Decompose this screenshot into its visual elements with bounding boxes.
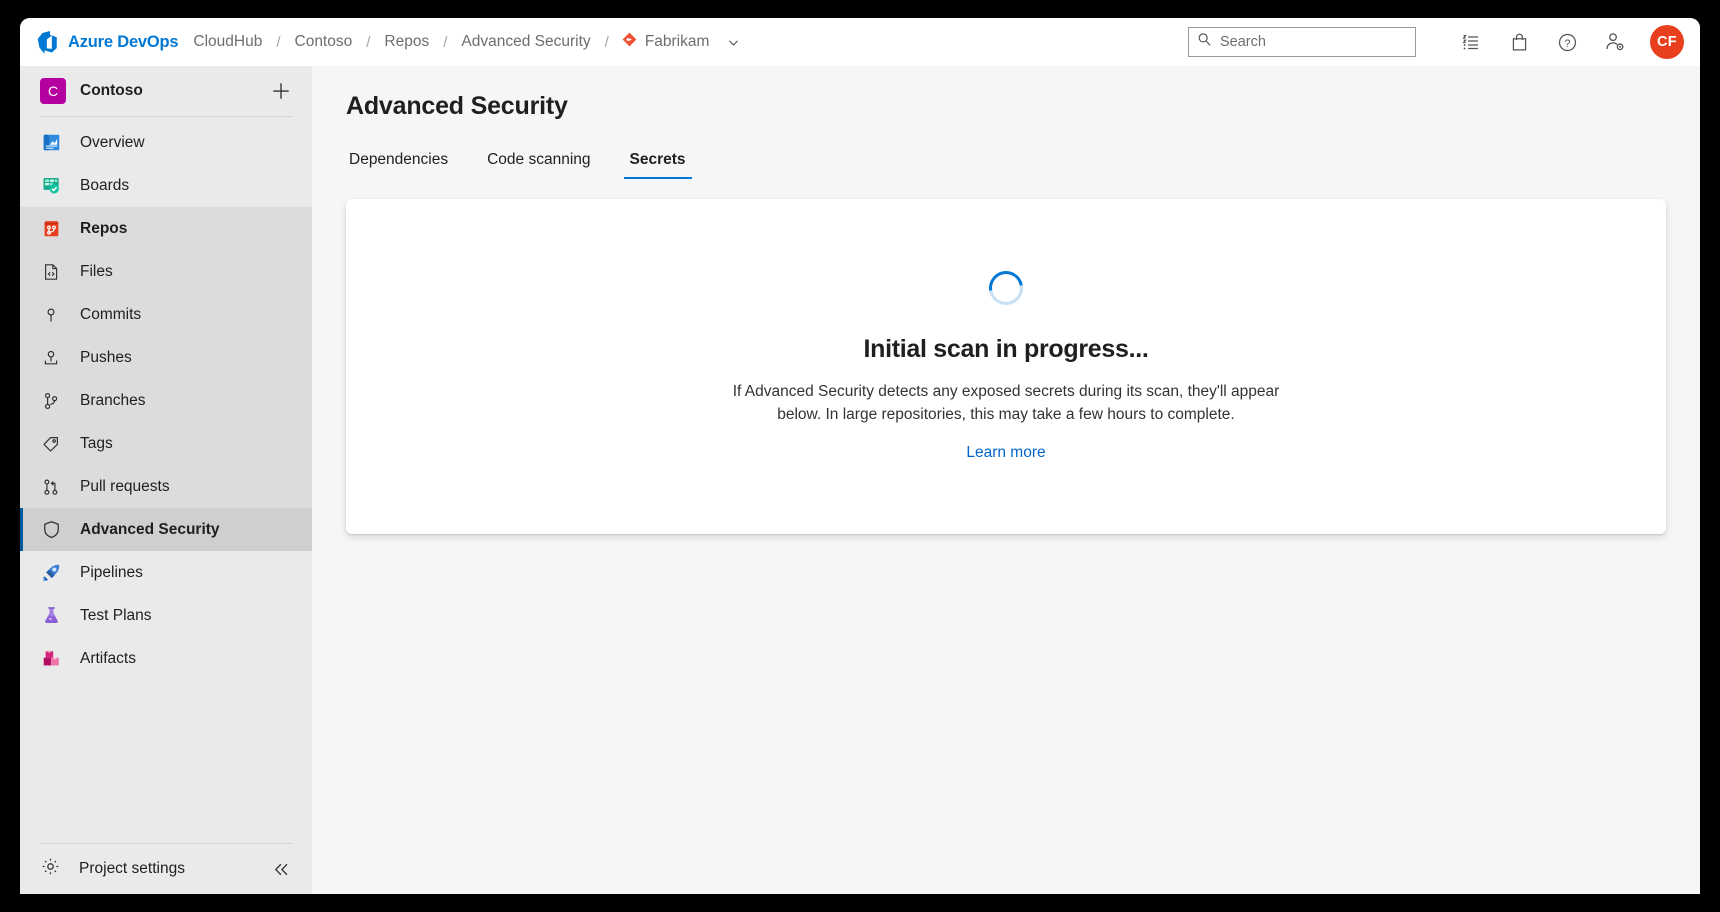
sidebar-item-files[interactable]: Files [20,250,312,293]
files-icon [40,261,62,283]
repository-name: Fabrikam [644,33,710,50]
sidebar-item-test-plans[interactable]: Test Plans [20,594,312,637]
test-plans-icon [40,605,62,627]
breadcrumb-item-advanced-security[interactable]: Advanced Security [460,31,591,53]
learn-more-link[interactable]: Learn more [966,444,1045,462]
empty-state-title: Initial scan in progress... [863,335,1149,364]
artifacts-icon [40,648,62,670]
breadcrumb-item-cloudhub[interactable]: CloudHub [192,31,263,53]
sidebar-item-advanced-security[interactable]: Advanced Security [20,508,312,551]
breadcrumb-separator: / [366,33,371,51]
sidebar-item-label: Commits [80,305,142,323]
branches-icon [40,390,62,412]
sidebar-item-label: Project settings [79,860,185,877]
sidebar-item-boards[interactable]: Boards [20,164,312,207]
sidebar-item-label: Pull requests [80,477,170,495]
sidebar-item-label: Advanced Security [80,520,220,538]
git-repository-icon [622,32,637,52]
pipelines-icon [40,562,62,584]
project-header[interactable]: C Contoso [20,66,312,116]
breadcrumb-item-contoso[interactable]: Contoso [294,31,354,53]
overview-icon [40,132,62,154]
boards-icon [40,175,62,197]
azure-devops-logo-icon[interactable] [34,29,60,55]
sidebar-item-artifacts[interactable]: Artifacts [20,637,312,680]
project-name: Contoso [80,82,143,99]
project-avatar: C [40,78,66,104]
tab-secrets[interactable]: Secrets [623,145,692,179]
sidebar-item-commits[interactable]: Commits [20,293,312,336]
loading-spinner-icon [982,264,1030,313]
sidebar-item-label: Overview [80,133,145,151]
sidebar-item-pull-requests[interactable]: Pull requests [20,465,312,508]
svg-text:?: ? [1564,38,1570,50]
tab-dependencies[interactable]: Dependencies [346,145,451,179]
main-content: Advanced Security Dependencies Code scan… [312,66,1700,894]
sidebar-item-project-settings[interactable]: Project settings [20,844,312,894]
double-chevron-left-icon[interactable] [268,856,294,882]
brand-title[interactable]: Azure DevOps [68,33,179,52]
user-settings-icon[interactable] [1598,25,1632,59]
empty-state-description: If Advanced Security detects any exposed… [732,383,1280,423]
marketplace-bag-icon[interactable] [1502,25,1536,59]
backlog-list-icon[interactable] [1454,25,1488,59]
breadcrumb: CloudHub / Contoso / Repos / Advanced Se… [192,31,740,53]
tab-bar: Dependencies Code scanning Secrets [346,145,1666,179]
sidebar: C Contoso Overview Boards Repos Files Co… [20,66,312,894]
tags-icon [40,433,62,455]
sidebar-item-repos[interactable]: Repos [20,207,312,250]
avatar[interactable]: CF [1650,25,1684,59]
breadcrumb-separator: / [604,33,609,51]
sidebar-item-label: Branches [80,391,146,409]
sidebar-item-label: Files [80,262,113,280]
sidebar-item-label: Boards [80,176,130,194]
tab-code-scanning[interactable]: Code scanning [484,145,593,179]
search-icon [1197,32,1212,52]
shield-icon [40,519,62,541]
body-container: C Contoso Overview Boards Repos Files Co… [20,66,1700,894]
help-question-icon[interactable]: ? [1550,25,1584,59]
gear-icon [40,856,61,882]
sidebar-item-overview[interactable]: Overview [20,121,312,164]
empty-state-card: Initial scan in progress... If Advanced … [346,199,1666,534]
sidebar-item-branches[interactable]: Branches [20,379,312,422]
repos-icon [40,218,62,240]
sidebar-item-label: Repos [80,219,128,237]
pushes-icon [40,347,62,369]
sidebar-item-label: Test Plans [80,606,152,624]
app-window: Azure DevOps CloudHub / Contoso / Repos … [20,18,1700,894]
sidebar-nav-list: Overview Boards Repos Files Commits Push… [20,117,312,843]
sidebar-item-pipelines[interactable]: Pipelines [20,551,312,594]
sidebar-item-label: Artifacts [80,649,136,667]
breadcrumb-separator: / [276,33,281,51]
breadcrumb-item-repos[interactable]: Repos [383,31,430,53]
top-navigation-bar: Azure DevOps CloudHub / Contoso / Repos … [20,18,1700,66]
sidebar-item-label: Pipelines [80,563,143,581]
sidebar-item-tags[interactable]: Tags [20,422,312,465]
page-title: Advanced Security [346,92,568,120]
sidebar-item-pushes[interactable]: Pushes [20,336,312,379]
sidebar-item-label: Tags [80,434,113,452]
pull-requests-icon [40,476,62,498]
search-input[interactable] [1220,34,1407,50]
chevron-down-icon [727,36,740,49]
plus-icon[interactable] [268,78,294,104]
commits-icon [40,304,62,326]
sidebar-item-label: Pushes [80,348,132,366]
search-box[interactable] [1188,27,1416,57]
repository-selector[interactable]: Fabrikam [622,31,741,53]
breadcrumb-separator: / [443,33,448,51]
